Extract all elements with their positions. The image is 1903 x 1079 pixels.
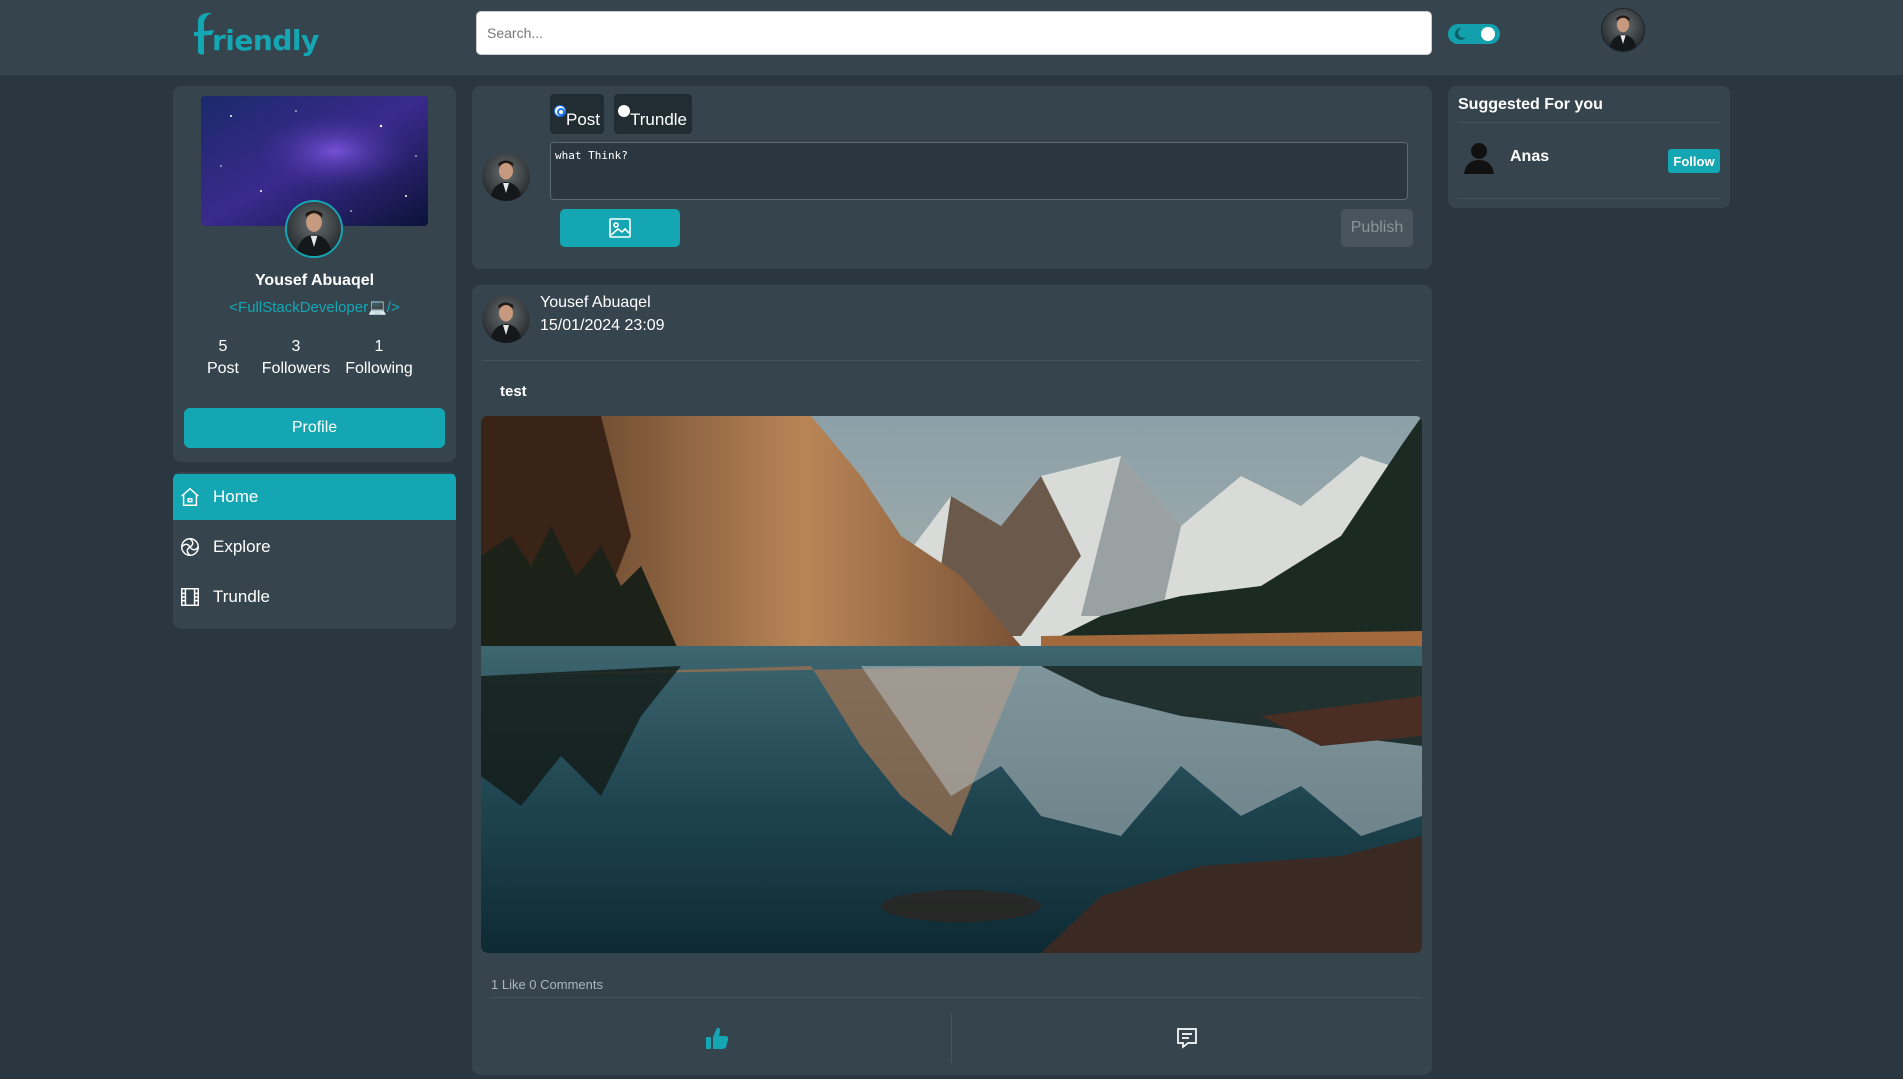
stat-label: Following <box>345 360 413 377</box>
stat-value: 3 <box>291 338 301 355</box>
toggle-knob <box>1481 27 1495 41</box>
post-image[interactable] <box>481 416 1422 953</box>
like-button[interactable] <box>482 1013 951 1063</box>
radio-button[interactable] <box>618 105 630 117</box>
divider <box>1458 198 1720 199</box>
comment-icon <box>1177 1028 1197 1049</box>
sidebar-item-label: Home <box>213 487 259 506</box>
profile-button[interactable]: Profile <box>184 408 445 448</box>
sidebar-item-label: Explore <box>213 537 271 556</box>
post-author-name[interactable]: Yousef Abuaqel <box>540 294 651 312</box>
user-avatar[interactable] <box>1601 8 1645 52</box>
post-stats[interactable]: 1 Like 0 Comments <box>491 977 603 992</box>
profile-bio: <FullStackDeveloper💻/> <box>229 299 400 316</box>
comment-button[interactable] <box>952 1013 1422 1063</box>
post-card: Yousef Abuaqel 15/01/2024 23:09 test 1 L… <box>472 285 1432 1075</box>
follow-button[interactable]: Follow <box>1668 149 1720 173</box>
stat-value: 5 <box>218 338 228 355</box>
profile-avatar <box>285 200 343 258</box>
post-text-input[interactable] <box>550 142 1408 200</box>
post-author-avatar[interactable] <box>482 295 530 343</box>
logo-text[interactable]: riendly <box>212 24 319 57</box>
suggested-user-name[interactable]: Anas <box>1510 148 1549 166</box>
divider <box>482 360 1422 361</box>
suggested-panel: Suggested For you Anas Follow <box>1448 86 1730 208</box>
search-input[interactable] <box>476 11 1432 55</box>
sidebar-item-home[interactable]: Home <box>173 474 456 520</box>
post-date: 15/01/2024 23:09 <box>540 317 665 334</box>
film-icon <box>179 586 201 608</box>
radio-post[interactable]: Post <box>550 94 604 134</box>
publish-button[interactable]: Publish <box>1341 209 1413 247</box>
stat-label: Followers <box>261 360 331 377</box>
explore-icon <box>179 536 201 558</box>
theme-toggle[interactable] <box>1448 24 1500 44</box>
post-composer: Post Trundle Publish <box>472 86 1432 269</box>
radio-label: Trundle <box>630 110 688 129</box>
divider <box>491 997 1422 998</box>
user-icon <box>1464 143 1494 174</box>
stat-posts: 5 Post <box>203 336 243 380</box>
stat-followers: 3 Followers <box>259 336 333 380</box>
radio-trundle[interactable]: Trundle <box>614 94 692 134</box>
stat-following: 1 Following <box>343 336 415 380</box>
suggested-title: Suggested For you <box>1458 96 1603 113</box>
profile-name: Yousef Abuaqel <box>254 272 375 289</box>
sidebar-item-explore[interactable]: Explore <box>173 524 456 570</box>
moon-icon <box>1454 27 1466 40</box>
top-bar: riendly <box>0 0 1903 75</box>
add-image-button[interactable] <box>560 209 680 247</box>
home-icon <box>179 486 201 508</box>
image-icon <box>609 218 631 238</box>
radio-button[interactable] <box>554 105 566 117</box>
stat-label: Post <box>206 360 239 377</box>
thumbs-up-icon <box>705 1027 728 1049</box>
radio-label: Post <box>566 110 601 129</box>
stat-value: 1 <box>374 338 384 355</box>
sidebar-nav: Home Explore Trundle <box>173 472 456 629</box>
composer-avatar <box>482 153 530 201</box>
post-text: test <box>500 383 527 400</box>
divider <box>1458 122 1720 123</box>
sidebar-item-label: Trundle <box>213 587 271 606</box>
profile-card: Yousef Abuaqel <FullStackDeveloper💻/> 5 … <box>173 86 456 462</box>
sidebar-item-trundle[interactable]: Trundle <box>173 574 456 620</box>
